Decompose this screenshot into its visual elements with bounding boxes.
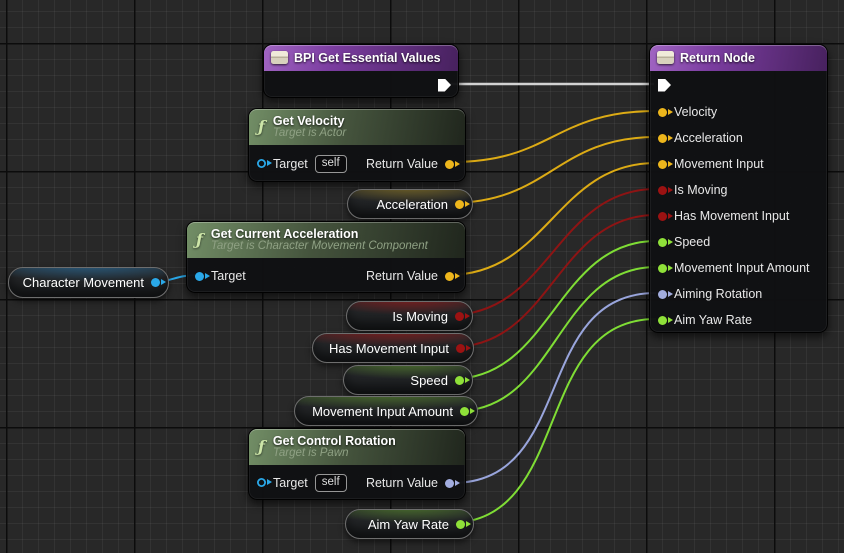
node-header[interactable]: BPI Get Essential Values [264, 45, 458, 71]
pin-label: Movement Input Amount [674, 261, 810, 275]
wire-movement-input-amount [457, 267, 656, 411]
pin-label: Return Value [366, 269, 438, 283]
output-pin[interactable] [456, 344, 465, 353]
node-subtitle: Target is Character Movement Component [211, 240, 428, 252]
output-pin[interactable] [456, 520, 465, 529]
function-icon: ƒ [194, 232, 205, 248]
node-get-character-movement-variable[interactable]: Character Movement [8, 267, 169, 298]
node-title: BPI Get Essential Values [294, 51, 441, 65]
output-pin[interactable] [455, 200, 464, 209]
pin-label: Target [211, 269, 246, 283]
node-title: Get Control Rotation [273, 434, 396, 448]
wire-aim-yaw-rate [449, 319, 656, 523]
pin-label: Target [273, 476, 308, 490]
pin-movement-input-amount[interactable] [658, 264, 667, 273]
function-icon: ƒ [256, 439, 267, 455]
pin-label: Target [273, 157, 308, 171]
pin-has-movement-input[interactable] [658, 212, 667, 221]
self-default-value[interactable]: self [315, 155, 347, 174]
variable-label: Aim Yaw Rate [368, 517, 449, 532]
node-header[interactable]: ƒ Get Current Acceleration Target is Cha… [187, 222, 465, 258]
variable-label: Speed [410, 373, 448, 388]
pin-speed[interactable] [658, 238, 667, 247]
pin-label: Is Moving [674, 183, 728, 197]
node-title: Get Current Acceleration [211, 227, 428, 241]
node-return-node[interactable]: Return Node Velocity Acceleration Moveme… [649, 44, 828, 333]
event-box-icon [657, 51, 674, 64]
node-title: Get Velocity [273, 114, 346, 128]
blueprint-graph-canvas[interactable]: BPI Get Essential Values Return Node Vel… [0, 0, 844, 553]
event-box-icon [271, 51, 288, 64]
pin-acceleration[interactable] [658, 134, 667, 143]
node-bpi-get-essential-values[interactable]: BPI Get Essential Values [263, 44, 459, 98]
target-pin[interactable] [195, 272, 204, 281]
pin-is-moving[interactable] [658, 186, 667, 195]
function-icon: ƒ [256, 119, 267, 135]
exec-in-pin[interactable] [658, 79, 671, 92]
pin-label: Movement Input [674, 157, 764, 171]
node-get-velocity[interactable]: ƒ Get Velocity Target is Actor Target se… [248, 108, 466, 182]
pin-label: Acceleration [674, 131, 743, 145]
pin-label: Velocity [674, 105, 717, 119]
output-pin[interactable] [455, 376, 464, 385]
pin-label: Return Value [366, 157, 438, 171]
wire-velocity [452, 111, 656, 162]
pin-label: Aim Yaw Rate [674, 313, 752, 327]
node-header[interactable]: ƒ Get Velocity Target is Actor [249, 109, 465, 145]
node-title: Return Node [680, 51, 755, 65]
pin-label: Return Value [366, 476, 438, 490]
pin-label: Has Movement Input [674, 209, 789, 223]
pin-aim-yaw-rate[interactable] [658, 316, 667, 325]
node-get-current-acceleration[interactable]: ƒ Get Current Acceleration Target is Cha… [186, 221, 466, 293]
return-value-pin[interactable] [445, 479, 454, 488]
node-get-control-rotation[interactable]: ƒ Get Control Rotation Target is Pawn Ta… [248, 428, 466, 500]
node-subtitle: Target is Pawn [273, 447, 396, 459]
node-header[interactable]: ƒ Get Control Rotation Target is Pawn [249, 429, 465, 465]
target-pin[interactable] [257, 159, 266, 168]
wire-is-moving [450, 189, 656, 315]
output-pin[interactable] [460, 407, 469, 416]
return-value-pin[interactable] [445, 272, 454, 281]
node-get-aim-yaw-rate-variable[interactable]: Aim Yaw Rate [345, 509, 474, 539]
pin-movement-input[interactable] [658, 160, 667, 169]
node-subtitle: Target is Actor [273, 127, 346, 139]
return-value-pin[interactable] [445, 160, 454, 169]
node-get-is-moving-variable[interactable]: Is Moving [346, 301, 473, 331]
wire-has-movement-input [452, 215, 656, 347]
wire-aiming-rotation [452, 293, 656, 483]
node-get-speed-variable[interactable]: Speed [343, 365, 473, 395]
output-pin[interactable] [151, 278, 160, 287]
pin-velocity[interactable] [658, 108, 667, 117]
self-default-value[interactable]: self [315, 474, 347, 493]
exec-out-pin[interactable] [438, 79, 451, 92]
node-get-movement-input-amount-variable[interactable]: Movement Input Amount [294, 396, 478, 426]
variable-label: Character Movement [23, 275, 144, 290]
pin-aiming-rotation[interactable] [658, 290, 667, 299]
node-get-has-movement-input-variable[interactable]: Has Movement Input [312, 333, 474, 363]
output-pin[interactable] [455, 312, 464, 321]
pin-label: Aiming Rotation [674, 287, 762, 301]
node-header[interactable]: Return Node [650, 45, 827, 71]
target-pin[interactable] [257, 478, 266, 487]
variable-label: Movement Input Amount [312, 404, 453, 419]
variable-label: Has Movement Input [329, 341, 449, 356]
node-get-acceleration-variable[interactable]: Acceleration [347, 189, 473, 219]
variable-label: Acceleration [376, 197, 448, 212]
pin-label: Speed [674, 235, 710, 249]
variable-label: Is Moving [392, 309, 448, 324]
